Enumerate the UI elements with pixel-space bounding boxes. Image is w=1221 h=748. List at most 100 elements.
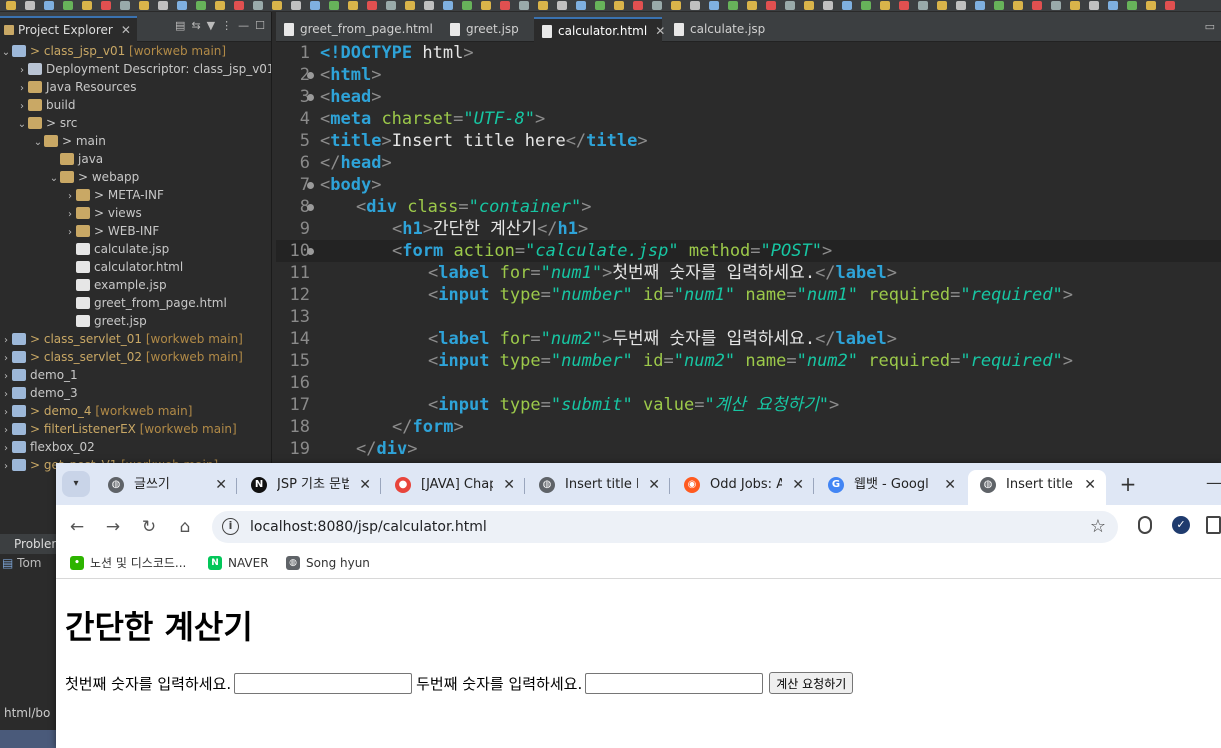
close-icon[interactable]: ✕ <box>503 470 515 500</box>
toolbar-button-icon[interactable] <box>196 1 206 10</box>
close-icon[interactable]: ✕ <box>215 470 227 500</box>
toolbar-button-icon[interactable] <box>861 1 871 10</box>
toolbar-button-icon[interactable] <box>1051 1 1061 10</box>
fold-marker-icon[interactable] <box>307 182 314 189</box>
toolbar-button-icon[interactable] <box>234 1 244 10</box>
toolbar-button-icon[interactable] <box>538 1 548 10</box>
toolbar-button-icon[interactable] <box>956 1 966 10</box>
toolbar-button-icon[interactable] <box>462 1 472 10</box>
browser-tab[interactable]: ◍ 글쓰기 ✕ <box>96 470 237 505</box>
toolbar-button-icon[interactable] <box>120 1 130 10</box>
close-icon[interactable]: ✕ <box>655 24 665 38</box>
browser-tab[interactable]: ● [JAVA] Chapte ✕ <box>383 470 525 505</box>
tree-item[interactable]: ⌄ > webapp <box>0 168 139 186</box>
toolbar-button-icon[interactable] <box>1089 1 1099 10</box>
close-icon[interactable]: ✕ <box>944 470 956 500</box>
problems-tab[interactable]: Problen <box>0 534 59 554</box>
fold-marker-icon[interactable] <box>307 94 314 101</box>
browser-tab[interactable]: G 웹뱃 - Googl ✕ <box>816 470 966 505</box>
code-editor[interactable]: 1 <!DOCTYPE html> 2 <html> 3 <head> 4 <meta cha… <box>276 42 1221 472</box>
toolbar-button-icon[interactable] <box>975 1 985 10</box>
toolbar-button-icon[interactable] <box>158 1 168 10</box>
tree-item[interactable]: › > class_servlet_02 [workweb main] <box>0 348 243 366</box>
server-row[interactable]: ▤ Tom <box>2 556 41 570</box>
fold-marker-icon[interactable] <box>307 248 314 255</box>
editor-tab[interactable]: greet_from_page.html <box>276 17 436 42</box>
tree-item[interactable]: › > WEB-INF <box>0 222 159 240</box>
back-button[interactable]: ← <box>66 516 88 538</box>
close-icon[interactable]: ✕ <box>648 470 660 500</box>
toolbar-button-icon[interactable] <box>1146 1 1156 10</box>
tree-item[interactable]: › > META-INF <box>0 186 164 204</box>
toolbar-button-icon[interactable] <box>82 1 92 10</box>
maximize-icon[interactable]: ☐ <box>255 19 265 32</box>
fold-marker-icon[interactable] <box>307 204 314 211</box>
close-icon[interactable]: ✕ <box>359 470 371 500</box>
toolbar-button-icon[interactable] <box>804 1 814 10</box>
toolbar-button-icon[interactable] <box>25 1 35 10</box>
toolbar-button-icon[interactable] <box>899 1 909 10</box>
num1-input[interactable] <box>234 672 413 694</box>
toolbar-button-icon[interactable] <box>671 1 681 10</box>
toolbar-button-icon[interactable] <box>576 1 586 10</box>
bookmark-item[interactable]: • 노션 및 디스코드... <box>70 549 186 579</box>
toolbar-button-icon[interactable] <box>766 1 776 10</box>
editor-tab[interactable]: calculate.jsp <box>666 17 766 42</box>
toolbar-button-icon[interactable] <box>386 1 396 10</box>
toolbar-button-icon[interactable] <box>709 1 719 10</box>
tree-item[interactable]: ⌄ > main <box>0 132 106 150</box>
bookmark-star-icon[interactable]: ☆ <box>1090 511 1106 543</box>
tree-item[interactable]: greet.jsp <box>0 312 147 330</box>
new-tab-button[interactable]: + <box>1116 473 1140 497</box>
toolbar-button-icon[interactable] <box>1013 1 1023 10</box>
address-bar[interactable]: i localhost:8080/jsp/calculator.html ☆ <box>212 511 1118 543</box>
tree-item[interactable]: › demo_1 <box>0 366 78 384</box>
filter-icon[interactable]: ▼ <box>207 19 215 32</box>
toolbar-button-icon[interactable] <box>1032 1 1042 10</box>
tree-item[interactable]: calculator.html <box>0 258 183 276</box>
editor-tab[interactable]: calculator.html ✕ <box>534 17 665 42</box>
toolbar-button-icon[interactable] <box>880 1 890 10</box>
num2-input[interactable] <box>585 672 764 694</box>
toolbar-button-icon[interactable] <box>348 1 358 10</box>
toolbar-button-icon[interactable] <box>519 1 529 10</box>
toolbar-button-icon[interactable] <box>405 1 415 10</box>
toolbar-button-icon[interactable] <box>101 1 111 10</box>
toolbar-button-icon[interactable] <box>595 1 605 10</box>
link-editor-icon[interactable]: ⇆ <box>191 19 200 32</box>
toolbar-button-icon[interactable] <box>557 1 567 10</box>
puzzle-icon[interactable] <box>1206 516 1221 534</box>
toolbar-button-icon[interactable] <box>614 1 624 10</box>
toolbar-button-icon[interactable] <box>1108 1 1118 10</box>
toolbar-button-icon[interactable] <box>424 1 434 10</box>
toolbar-button-icon[interactable] <box>785 1 795 10</box>
view-menu-icon[interactable]: ⋮ <box>221 19 232 32</box>
toolbar-button-icon[interactable] <box>918 1 928 10</box>
forward-button[interactable]: → <box>102 516 124 538</box>
minimize-window-button[interactable]: — <box>1206 473 1221 492</box>
close-icon[interactable]: ✕ <box>792 470 804 500</box>
browser-tab[interactable]: ◍ Insert title he ✕ <box>527 470 670 505</box>
toolbar-button-icon[interactable] <box>310 1 320 10</box>
tree-item[interactable]: › > class_servlet_01 [workweb main] <box>0 330 243 348</box>
tree-item[interactable]: › Deployment Descriptor: class_jsp_v01 <box>0 60 271 78</box>
browser-tab[interactable]: ◉ Odd Jobs: Au ✕ <box>672 470 814 505</box>
tree-item[interactable]: calculate.jsp <box>0 240 169 258</box>
fold-marker-icon[interactable] <box>307 72 314 79</box>
toolbar-button-icon[interactable] <box>1070 1 1080 10</box>
collapse-all-icon[interactable]: ▤ <box>175 19 185 32</box>
tree-item[interactable]: › flexbox_02 <box>0 438 95 456</box>
toolbar-button-icon[interactable] <box>842 1 852 10</box>
toolbar-button-icon[interactable] <box>367 1 377 10</box>
toolbar-button-icon[interactable] <box>329 1 339 10</box>
close-icon[interactable]: ✕ <box>121 17 131 43</box>
tree-item[interactable]: › > views <box>0 204 142 222</box>
toolbar-button-icon[interactable] <box>1165 1 1175 10</box>
toolbar-button-icon[interactable] <box>139 1 149 10</box>
tree-item[interactable]: ⌄ > class_jsp_v01 [workweb main] <box>0 42 226 60</box>
toolbar-button-icon[interactable] <box>652 1 662 10</box>
explorer-tab[interactable]: Project Explorer ✕ <box>0 16 137 42</box>
tree-item[interactable]: › > demo_4 [workweb main] <box>0 402 192 420</box>
tree-item[interactable]: › demo_3 <box>0 384 78 402</box>
tree-item[interactable]: › > filterListenerEX [workweb main] <box>0 420 237 438</box>
